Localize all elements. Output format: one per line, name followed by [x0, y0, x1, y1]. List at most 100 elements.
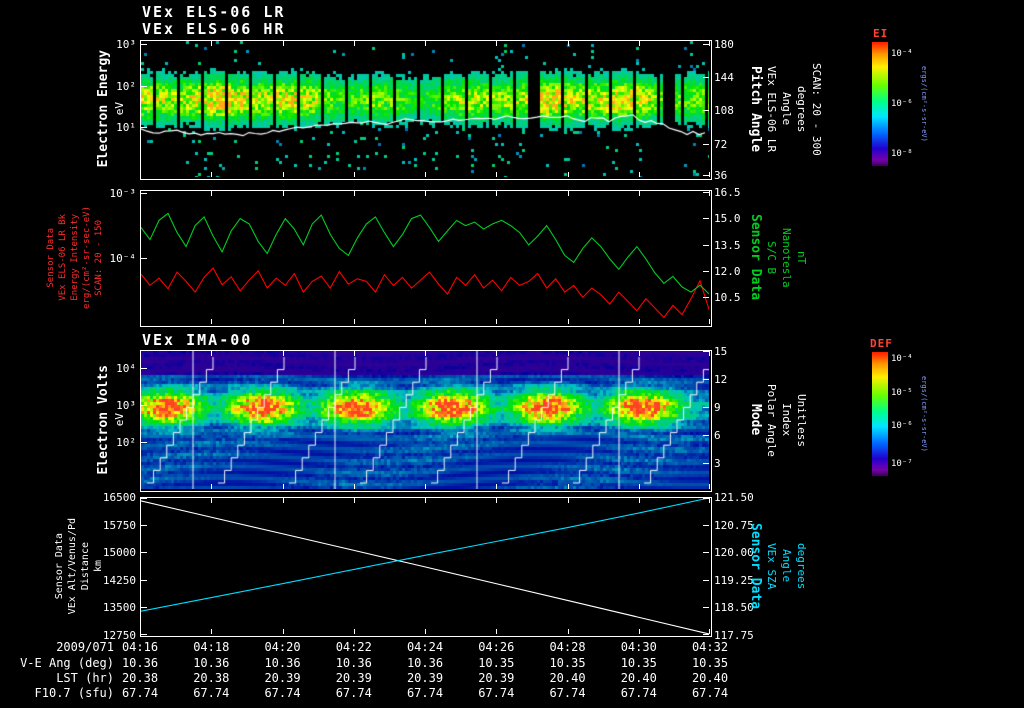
ima-panel-title: VEx IMA-00 [142, 331, 253, 349]
time-tick-mark [353, 319, 355, 324]
ephemeris-right-axis-labels-text: degrees [795, 542, 808, 590]
time-tick-mark [140, 484, 141, 489]
time-tick-mark [282, 484, 284, 489]
time-tick-mark [638, 351, 640, 356]
axis-tick-mark [703, 271, 709, 272]
bfield-right-axis-labels-text: S/C B [765, 240, 778, 275]
time-tick-mark [425, 172, 426, 177]
axis-tick-mark [703, 77, 709, 79]
colorbar-ima-title: DEF [870, 337, 893, 350]
time-tick-mark [353, 191, 355, 196]
footer-value: 10.36 [335, 656, 372, 670]
ephemeris-left-axis-labels-text: VEx Alt/Venus/Pd [67, 517, 78, 615]
altitude-trace [141, 500, 709, 634]
spacecraft-data-display: VEx ELS-06 LR VEx ELS-06 HR VEx IMA-00 E… [0, 0, 1024, 708]
time-tick-mark [638, 41, 640, 46]
ima-right-axis-labels-text: Mode [748, 404, 763, 436]
footer-value: 10.35 [549, 656, 586, 670]
page-title-line1: VEx ELS-06 LR [142, 3, 286, 21]
footer-value: 67.74 [406, 686, 444, 700]
time-tick-label: 04:20 [264, 640, 301, 654]
time-tick-mark [211, 41, 213, 46]
time-tick-label: 04:18 [193, 640, 230, 654]
time-tick-mark [567, 41, 569, 46]
time-tick-mark [425, 351, 426, 356]
footer-value: 67.74 [193, 686, 230, 700]
intensity-left-axis-labels-text: erg/(cm²-sr-sec-eV) [82, 206, 92, 309]
footer-value: 10.36 [264, 656, 301, 670]
colorbar-els-tick-label: 10⁻⁶ [891, 99, 913, 109]
intensity-trace [141, 267, 709, 319]
ephemeris-left-axis-labels-text: km [93, 559, 104, 573]
time-tick-mark [282, 319, 284, 324]
time-tick-label: 04:16 [121, 640, 159, 654]
ima-right-axis-labels-text: Unitless [795, 393, 808, 447]
field-intensity-plot [141, 191, 709, 324]
axis-tick-mark [141, 498, 147, 499]
time-tick-label: 04:28 [549, 640, 586, 654]
axis-tick-mark [141, 257, 147, 259]
time-tick-mark [425, 319, 426, 324]
footer-value: 10.36 [193, 656, 230, 670]
time-tick-mark [140, 172, 141, 177]
time-tick-label: 04:24 [406, 640, 444, 654]
ima-left-axis-title-text: eV [113, 413, 126, 427]
time-tick-mark [496, 629, 498, 634]
ima-spectrogram-canvas [141, 351, 709, 489]
colorbar-ima-tick-label: 10⁻⁷ [891, 458, 913, 469]
els-right-axis-labels-text: SCAN: 20 - 300 [810, 62, 823, 156]
colorbar-ima-gradient [872, 352, 888, 476]
els-right-axis-labels-text: degrees [795, 85, 808, 133]
colorbar-els-gradient [872, 42, 888, 166]
time-tick-mark [140, 351, 141, 356]
time-tick-mark [567, 172, 569, 177]
axis-tick-mark [703, 218, 709, 220]
sza-trace [141, 498, 709, 612]
colorbar-ima [872, 352, 888, 476]
time-tick-mark [638, 191, 640, 196]
axis-tick-mark [703, 524, 709, 526]
time-tick-mark [709, 484, 710, 489]
axis-tick-mark [141, 552, 147, 554]
time-tick-mark [353, 172, 355, 177]
time-tick-mark [353, 484, 355, 489]
time-tick-mark [140, 319, 141, 324]
time-tick-mark [353, 351, 355, 356]
time-tick-mark [638, 629, 640, 634]
time-tick-mark [140, 41, 141, 46]
time-tick-mark [638, 172, 640, 177]
time-tick-mark [211, 629, 213, 634]
time-tick-mark [709, 191, 710, 196]
time-tick-mark [282, 498, 284, 503]
time-tick-mark [282, 629, 284, 634]
time-tick-mark [496, 319, 498, 324]
time-tick-mark [709, 629, 710, 634]
footer-value: 67.74 [264, 686, 301, 700]
time-tick-mark [709, 172, 710, 177]
axis-tick-mark [141, 405, 147, 407]
axis-tick-mark [141, 579, 147, 581]
els-right-axis-labels-text: Angle [780, 92, 793, 126]
axis-tick-mark [703, 435, 709, 437]
colorbar-ima-tick-label: 10⁻⁵ [891, 387, 913, 398]
time-tick-mark [353, 41, 355, 46]
time-tick-mark [353, 629, 355, 634]
axis-tick-mark [703, 463, 709, 465]
time-tick-mark [496, 351, 498, 356]
time-tick-mark [282, 172, 284, 177]
axis-tick-mark [141, 368, 147, 370]
time-tick-label: 04:30 [620, 640, 657, 654]
time-tick-mark [425, 191, 426, 196]
time-tick-mark [425, 484, 426, 489]
ima-right-axis-labels-text: Polar Angle [765, 383, 778, 457]
ima-left-axis-title: Electron Volts eV [96, 350, 126, 490]
ephemeris-left-axis-labels-text: Sensor Data [54, 532, 65, 600]
axis-tick-mark [703, 297, 709, 299]
time-tick-mark [211, 351, 213, 356]
axis-tick-mark [141, 634, 147, 635]
time-tick-mark [638, 498, 640, 503]
axis-tick-mark [703, 607, 709, 609]
time-tick-mark [567, 629, 569, 634]
time-tick-mark [567, 319, 569, 324]
time-tick-mark [140, 629, 141, 634]
